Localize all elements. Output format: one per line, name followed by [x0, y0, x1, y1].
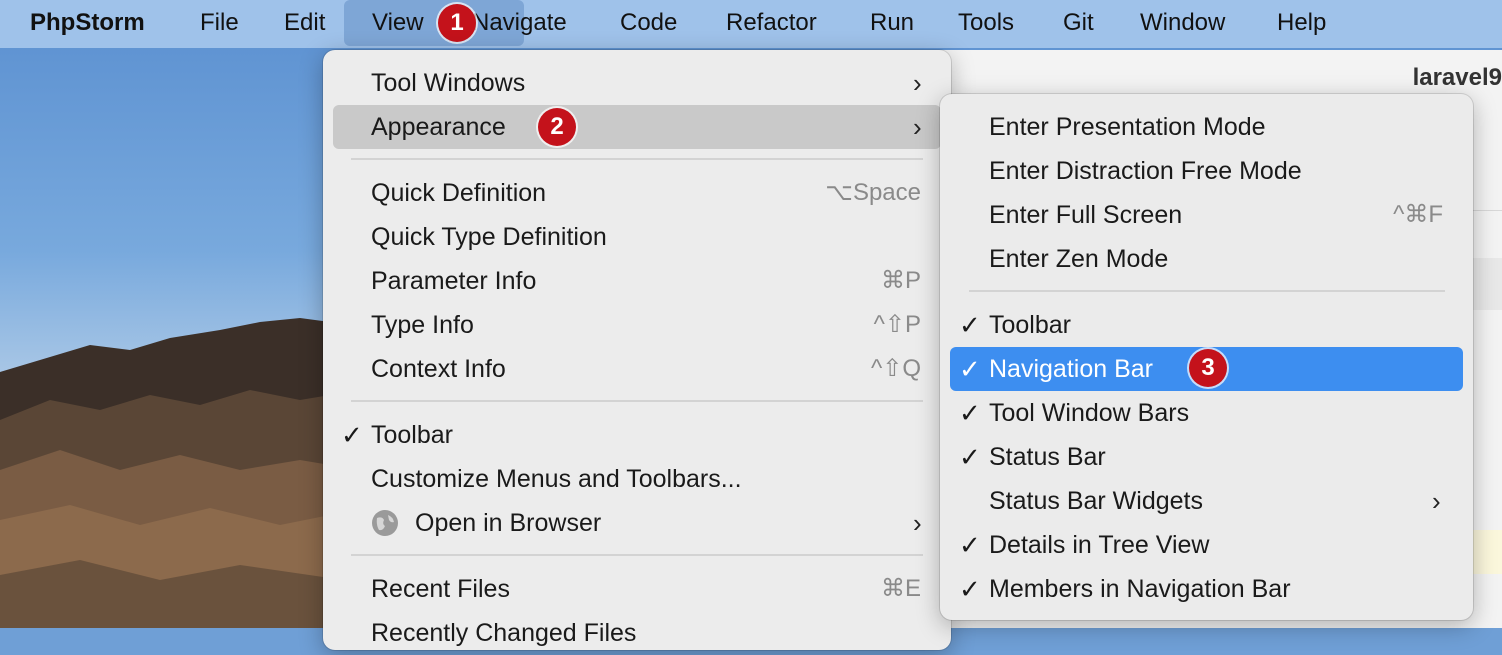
menu-item-status-bar-widgets[interactable]: Status Bar Widgets › [950, 479, 1463, 523]
menu-git[interactable]: Git [1063, 0, 1094, 46]
menu-item-toolbar[interactable]: ✓ Toolbar [950, 303, 1463, 347]
menu-item-customize-menus[interactable]: Customize Menus and Toolbars... [333, 457, 941, 501]
checkmark-icon: ✓ [959, 310, 981, 340]
menu-item-parameter-info[interactable]: Parameter Info ⌘P [333, 259, 941, 303]
menu-item-label: Tool Windows [371, 69, 526, 97]
menu-item-label: Customize Menus and Toolbars... [371, 465, 742, 493]
menu-item-label: Toolbar [371, 421, 453, 449]
menu-item-label: Appearance [371, 113, 506, 141]
menu-item-label: Parameter Info [371, 267, 537, 295]
menu-edit[interactable]: Edit [284, 0, 325, 46]
menu-code[interactable]: Code [620, 0, 677, 46]
shortcut-label: ⌘E [880, 575, 921, 602]
menu-item-toolbar[interactable]: ✓ Toolbar [333, 413, 941, 457]
menu-item-status-bar[interactable]: ✓ Status Bar [950, 435, 1463, 479]
menu-item-label: Open in Browser [415, 509, 602, 537]
menu-item-zen-mode[interactable]: Enter Zen Mode [950, 237, 1463, 281]
menu-separator [351, 400, 923, 402]
chevron-right-icon: › [913, 112, 922, 142]
menu-item-label: Enter Distraction Free Mode [989, 157, 1302, 185]
globe-icon [372, 510, 398, 536]
menu-item-label: Members in Navigation Bar [989, 575, 1291, 603]
menu-separator [351, 554, 923, 556]
menu-item-quick-definition[interactable]: Quick Definition ⌥Space [333, 171, 941, 215]
menu-item-details-in-tree-view[interactable]: ✓ Details in Tree View [950, 523, 1463, 567]
menu-item-label: Context Info [371, 355, 506, 383]
menu-item-presentation-mode[interactable]: Enter Presentation Mode [950, 105, 1463, 149]
menu-item-full-screen[interactable]: Enter Full Screen ^⌘F [950, 193, 1463, 237]
menu-item-label: Tool Window Bars [989, 399, 1190, 427]
menu-separator [969, 290, 1445, 292]
view-menu: Tool Windows › Appearance › 2 Quick Defi… [323, 50, 951, 650]
menu-item-recent-files[interactable]: Recent Files ⌘E [333, 567, 941, 611]
menu-item-type-info[interactable]: Type Info ^⇧P [333, 303, 941, 347]
menu-item-label: Status Bar Widgets [989, 487, 1203, 515]
menu-navigate[interactable]: Navigate [472, 0, 567, 46]
step-badge-3: 3 [1189, 349, 1227, 387]
menu-run[interactable]: Run [870, 0, 914, 46]
checkmark-icon: ✓ [959, 574, 981, 604]
menu-help[interactable]: Help [1277, 0, 1326, 46]
menu-item-label: Status Bar [989, 443, 1106, 471]
menu-item-label: Quick Type Definition [371, 223, 607, 251]
menu-item-recently-changed-files[interactable]: Recently Changed Files [333, 611, 941, 655]
menu-window[interactable]: Window [1140, 0, 1225, 46]
menu-item-label: Type Info [371, 311, 474, 339]
shortcut-label: ⌥Space [825, 179, 921, 206]
step-badge-2: 2 [538, 108, 576, 146]
menu-separator [351, 158, 923, 160]
menu-refactor[interactable]: Refactor [726, 0, 817, 46]
menu-item-tool-window-bars[interactable]: ✓ Tool Window Bars [950, 391, 1463, 435]
appearance-submenu: Enter Presentation Mode Enter Distractio… [940, 94, 1473, 620]
menu-item-quick-type-definition[interactable]: Quick Type Definition [333, 215, 941, 259]
menu-item-label: Details in Tree View [989, 531, 1210, 559]
menu-item-label: Navigation Bar [989, 355, 1153, 383]
menu-item-label: Recent Files [371, 575, 510, 603]
shortcut-label: ^⌘F [1393, 201, 1443, 228]
menu-item-label: Recently Changed Files [371, 619, 637, 647]
menu-bar: PhpStorm File Edit View Navigate Code Re… [0, 0, 1502, 48]
menu-item-label: Enter Zen Mode [989, 245, 1169, 273]
chevron-right-icon: › [913, 68, 922, 98]
menu-item-tool-windows[interactable]: Tool Windows › [333, 61, 941, 105]
chevron-right-icon: › [913, 508, 922, 538]
checkmark-icon: ✓ [341, 420, 363, 450]
shortcut-label: ^⇧Q [870, 355, 921, 382]
shortcut-label: ^⇧P [873, 311, 921, 338]
menu-item-label: Enter Full Screen [989, 201, 1183, 229]
checkmark-icon: ✓ [959, 398, 981, 428]
checkmark-icon: ✓ [959, 354, 981, 384]
menu-item-context-info[interactable]: Context Info ^⇧Q [333, 347, 941, 391]
checkmark-icon: ✓ [959, 530, 981, 560]
step-badge-1: 1 [438, 4, 476, 42]
mountain-image [0, 318, 330, 628]
chevron-right-icon: › [1432, 486, 1441, 516]
menu-item-label: Toolbar [989, 311, 1071, 339]
menu-item-label: Enter Presentation Mode [989, 113, 1266, 141]
project-title: laravel9 [1412, 64, 1502, 91]
menu-file[interactable]: File [200, 0, 239, 46]
shortcut-label: ⌘P [880, 267, 921, 294]
menu-item-members-in-navigation-bar[interactable]: ✓ Members in Navigation Bar [950, 567, 1463, 611]
checkmark-icon: ✓ [959, 442, 981, 472]
menu-item-appearance[interactable]: Appearance › [333, 105, 941, 149]
menu-app-phpstorm[interactable]: PhpStorm [30, 0, 145, 46]
menu-item-open-in-browser[interactable]: Open in Browser › [333, 501, 941, 545]
menu-tools[interactable]: Tools [958, 0, 1014, 46]
menu-item-label: Quick Definition [371, 179, 547, 207]
menu-item-distraction-free-mode[interactable]: Enter Distraction Free Mode [950, 149, 1463, 193]
